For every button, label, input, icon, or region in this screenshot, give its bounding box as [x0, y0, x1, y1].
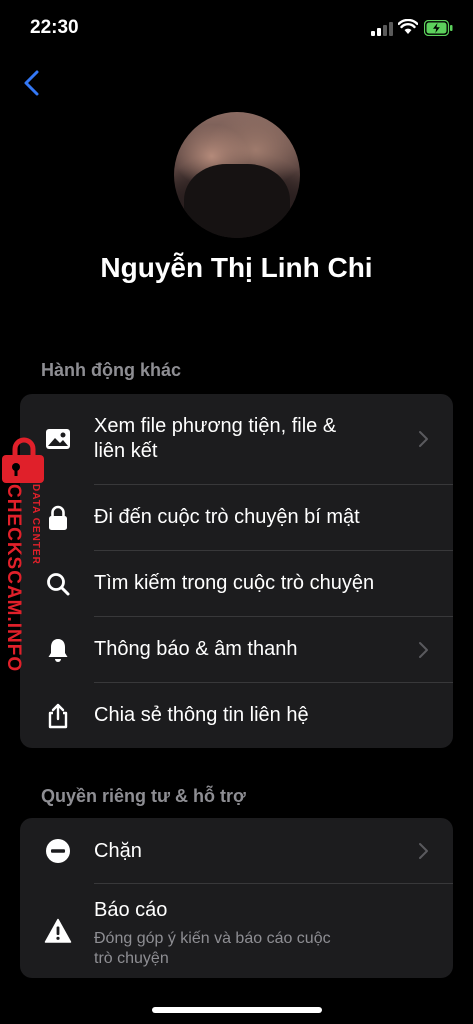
watermark-text: CHECKSCAM.INFO — [3, 484, 24, 673]
secret-conversation-label: Đi đến cuộc trò chuyện bí mật — [94, 506, 360, 528]
section-title-more-actions: Hành động khác — [41, 360, 182, 380]
status-bar: 22:30 — [0, 0, 473, 56]
avatar[interactable] — [174, 112, 300, 238]
block-icon — [46, 839, 70, 863]
watermark: CHECKSCAM.INFO DATA CENTER — [0, 436, 52, 673]
view-media-label-line2: liên kết — [94, 440, 158, 462]
view-media-label-line1: Xem file phương tiện, file & — [94, 415, 337, 437]
search-in-conversation-label: Tìm kiếm trong cuộc trò chuyện — [94, 572, 375, 594]
block-row[interactable]: Chặn — [20, 818, 453, 883]
notifications-sounds-label: Thông báo & âm thanh — [94, 638, 298, 660]
search-in-conversation-row[interactable]: Tìm kiếm trong cuộc trò chuyện — [20, 551, 453, 616]
chevron-right-icon — [419, 843, 428, 859]
back-button[interactable] — [18, 68, 46, 98]
view-media-files-links-row[interactable]: Xem file phương tiện, file & liên kết — [20, 394, 453, 484]
section-title-privacy-support: Quyền riêng tư & hỗ trợ — [41, 786, 246, 806]
more-actions-card: Xem file phương tiện, file & liên kết Đi… — [20, 394, 453, 748]
home-indicator[interactable] — [152, 1007, 322, 1013]
wifi-icon — [398, 19, 418, 34]
watermark-lock-icon — [2, 437, 44, 483]
share-contact-label: Chia sẻ thông tin liên hệ — [94, 704, 309, 726]
report-sublabel-line2: trò chuyện — [94, 950, 169, 967]
share-icon — [48, 703, 68, 729]
chevron-right-icon — [419, 642, 428, 658]
signal-icon — [371, 22, 393, 36]
chevron-right-icon — [419, 431, 428, 447]
block-label: Chặn — [94, 840, 142, 862]
report-label: Báo cáo — [94, 899, 168, 921]
battery-icon — [424, 20, 453, 36]
avatar-photo — [184, 164, 290, 238]
profile-name: Nguyễn Thị Linh Chi — [100, 252, 373, 283]
privacy-support-card: Chặn Báo cáo Đóng góp ý kiến và báo cáo … — [20, 818, 453, 978]
secret-conversation-row[interactable]: Đi đến cuộc trò chuyện bí mật — [20, 485, 453, 550]
warning-icon — [44, 918, 72, 943]
notifications-sounds-row[interactable]: Thông báo & âm thanh — [20, 617, 453, 682]
report-sublabel-line1: Đóng góp ý kiến và báo cáo cuộc — [94, 930, 331, 947]
report-row[interactable]: Báo cáo Đóng góp ý kiến và báo cáo cuộc … — [20, 884, 453, 978]
status-time: 22:30 — [30, 17, 79, 38]
watermark-subtext: DATA CENTER — [30, 484, 41, 565]
share-contact-row[interactable]: Chia sẻ thông tin liên hệ — [20, 683, 453, 748]
